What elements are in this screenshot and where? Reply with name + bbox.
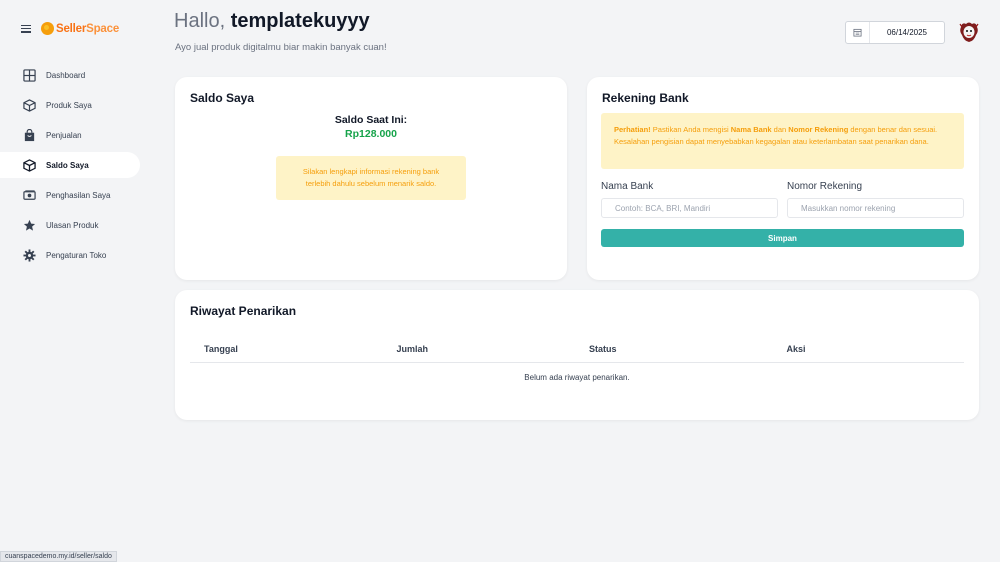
history-table: Tanggal Jumlah Status Aksi Belum ada riw… xyxy=(190,335,964,382)
bank-title: Rekening Bank xyxy=(602,91,689,105)
box-icon xyxy=(22,98,36,112)
sidebar-item-label: Saldo Saya xyxy=(46,160,89,170)
saldo-card: Saldo Saya Saldo Saat Ini: Rp128.000 Sil… xyxy=(175,77,567,280)
star-icon xyxy=(22,218,36,232)
withdrawal-history-card: Riwayat Penarikan Tanggal Jumlah Status … xyxy=(175,290,979,420)
sidebar-item-dashboard[interactable]: Dashboard xyxy=(0,62,140,88)
bank-name-input[interactable] xyxy=(601,198,778,218)
sidebar-item-saldo-saya[interactable]: Saldo Saya xyxy=(0,152,140,178)
sidebar-item-produk-saya[interactable]: Produk Saya xyxy=(0,92,140,118)
column-header: Status xyxy=(589,343,617,354)
brand: SellerSpace xyxy=(21,22,119,35)
saldo-amount: Rp128.000 xyxy=(345,128,397,140)
money-icon xyxy=(22,188,36,202)
bank-name-label: Nama Bank xyxy=(601,181,654,192)
save-button[interactable]: Simpan xyxy=(601,229,964,247)
saldo-title: Saldo Saya xyxy=(190,91,255,105)
gear-icon xyxy=(22,248,36,262)
sidebar: SellerSpace Dashboard Produk Saya Penjua… xyxy=(0,0,150,562)
username: templatekuyyy xyxy=(230,10,370,32)
grid-icon xyxy=(22,68,36,82)
table-header: Tanggal Jumlah Status Aksi xyxy=(190,335,964,363)
status-bar-url: cuanspacedemo.my.id/seller/saldo xyxy=(0,551,117,562)
history-title: Riwayat Penarikan xyxy=(190,304,297,318)
page-subtitle: Ayo jual produk digitalmu biar makin ban… xyxy=(175,42,387,53)
page-greeting: Hallo, templatekuyyy xyxy=(174,10,370,32)
saldo-warning: Silakan lengkapi informasi rekening bank… xyxy=(276,156,466,200)
empty-state: Belum ada riwayat penarikan. xyxy=(524,373,630,382)
sidebar-item-label: Penjualan xyxy=(46,130,82,140)
sidebar-item-label: Pengaturan Toko xyxy=(46,250,107,260)
bag-icon xyxy=(22,128,36,142)
sidebar-item-label: Produk Saya xyxy=(46,100,92,110)
calendar-icon xyxy=(846,22,870,43)
column-header: Jumlah xyxy=(396,343,429,354)
avatar[interactable] xyxy=(958,21,980,43)
account-number-input[interactable] xyxy=(787,198,964,218)
bank-warning: Perhatian! Pastikan Anda mengisi Nama Ba… xyxy=(601,113,964,169)
sidebar-item-label: Dashboard xyxy=(46,70,86,80)
sidebar-item-ulasan-produk[interactable]: Ulasan Produk xyxy=(0,212,140,238)
cube-icon xyxy=(22,158,36,172)
account-number-label: Nomor Rekening xyxy=(787,181,863,192)
sidebar-item-penghasilan-saya[interactable]: Penghasilan Saya xyxy=(0,182,140,208)
sidebar-item-label: Penghasilan Saya xyxy=(46,190,111,200)
brand-logo[interactable]: SellerSpace xyxy=(56,23,119,35)
date-picker[interactable]: 06/14/2025 xyxy=(845,21,945,44)
sidebar-item-label: Ulasan Produk xyxy=(46,220,99,230)
menu-icon[interactable] xyxy=(21,24,31,33)
column-header: Tanggal xyxy=(204,343,238,354)
sidebar-item-pengaturan-toko[interactable]: Pengaturan Toko xyxy=(0,242,140,268)
saldo-label: Saldo Saat Ini: xyxy=(334,114,408,126)
sidebar-item-penjualan[interactable]: Penjualan xyxy=(0,122,140,148)
bank-card: Rekening Bank Perhatian! Pastikan Anda m… xyxy=(587,77,979,280)
date-value: 06/14/2025 xyxy=(886,28,928,37)
sidebar-nav: Dashboard Produk Saya Penjualan Saldo Sa… xyxy=(0,62,140,272)
column-header: Aksi xyxy=(786,343,806,354)
logo-icon xyxy=(41,22,54,35)
